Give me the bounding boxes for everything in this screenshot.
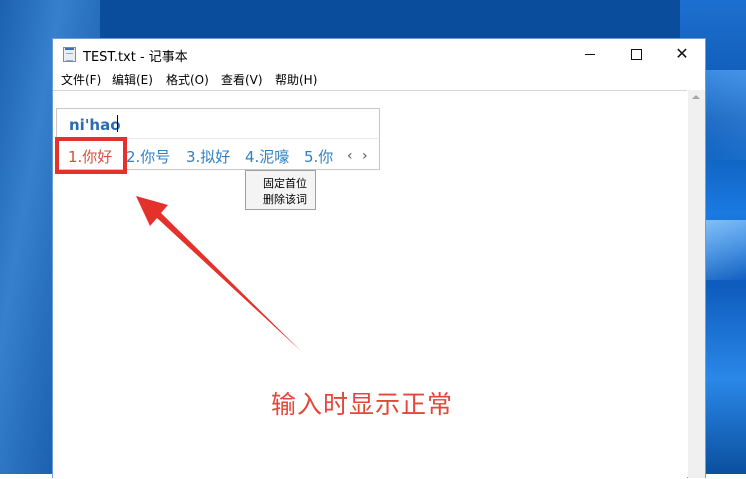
annotation-arrow-shape — [136, 196, 302, 352]
annotation-text: 输入时显示正常 — [271, 390, 454, 419]
